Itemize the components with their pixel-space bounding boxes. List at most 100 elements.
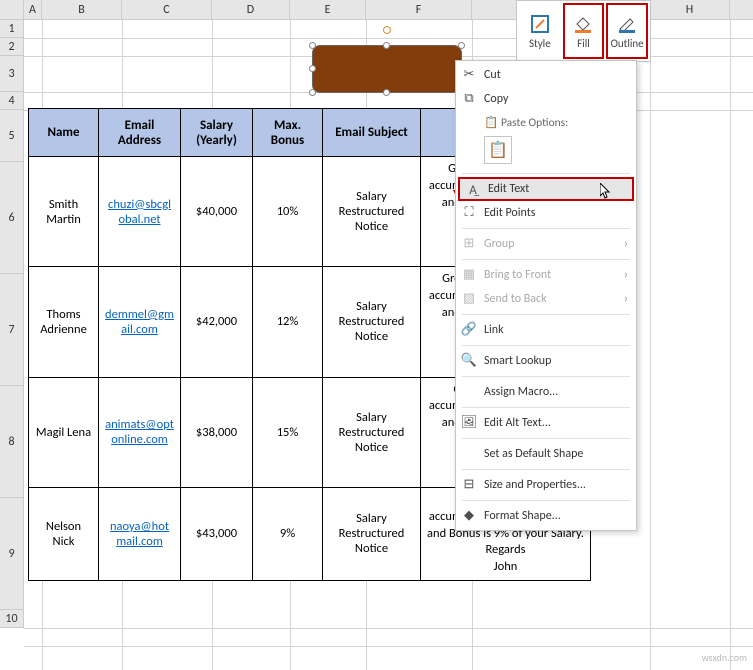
menu-label: Group (484, 237, 515, 251)
cell-email[interactable]: naoya@hotmail.com (99, 487, 181, 580)
cell-name[interactable]: Magil Lena (29, 377, 99, 487)
menu-cut[interactable]: ✂ Cut (456, 63, 636, 87)
watermark: wsxdn.com (702, 651, 747, 664)
menu-label: Cut (484, 68, 501, 82)
cell-subject[interactable]: Salary Restructured Notice (323, 157, 421, 267)
th-salary[interactable]: Salary (Yearly) (181, 109, 253, 157)
fill-label: Fill (577, 37, 590, 50)
menu-edit-text[interactable]: A̲ Edit Text (458, 177, 634, 201)
menu-label: Format Shape... (484, 509, 561, 523)
email-link[interactable]: naoya@hotmail.com (110, 519, 169, 549)
resize-handle[interactable] (458, 42, 465, 49)
menu-format-shape[interactable]: ◆ Format Shape... (456, 504, 636, 528)
cell-name[interactable]: Thoms Adrienne (29, 267, 99, 377)
edit-points-icon: ⛶ (461, 204, 477, 220)
menu-separator (462, 345, 630, 346)
menu-label: Assign Macro... (484, 385, 558, 399)
row-header-9[interactable]: 9 (0, 498, 23, 610)
menu-label: Link (484, 323, 504, 337)
th-bonus[interactable]: Max. Bonus (253, 109, 323, 157)
menu-label: Edit Points (484, 206, 535, 220)
col-header-h[interactable]: H (650, 0, 730, 19)
row-header-5[interactable]: 5 (0, 110, 23, 162)
row-header-6[interactable]: 6 (0, 162, 23, 274)
menu-bring-front: ▦ Bring to Front (456, 263, 636, 287)
row-header-7[interactable]: 7 (0, 274, 23, 386)
cell-name[interactable]: Smith Martin (29, 157, 99, 267)
th-subject[interactable]: Email Subject (323, 109, 421, 157)
row-header-10[interactable]: 10 (0, 610, 23, 628)
menu-edit-alt-text[interactable]: 🖼 Edit Alt Text... (456, 411, 636, 435)
col-header-e[interactable]: E (290, 0, 366, 19)
menu-copy[interactable]: ⧉ Copy (456, 87, 636, 111)
col-header-b[interactable]: B (42, 0, 122, 19)
row-header-1[interactable]: 1 (0, 20, 23, 38)
email-link[interactable]: animats@optonline.com (105, 417, 174, 447)
size-props-icon: ⊟ (461, 476, 477, 492)
select-all-corner[interactable] (0, 0, 24, 19)
cell-subject[interactable]: Salary Restructured Notice (323, 487, 421, 580)
format-shape-icon: ◆ (461, 507, 477, 523)
resize-handle[interactable] (309, 65, 316, 72)
menu-default-shape[interactable]: Set as Default Shape (456, 442, 636, 466)
col-header-a[interactable]: A (24, 0, 42, 19)
cell-bonus[interactable]: 12% (253, 267, 323, 377)
spreadsheet-grid: A B C D E F G H 1 2 3 4 5 6 7 8 9 10 (0, 0, 753, 668)
menu-separator (462, 259, 630, 260)
th-email[interactable]: Email Address (99, 109, 181, 157)
cell-bonus[interactable]: 15% (253, 377, 323, 487)
fill-button[interactable]: Fill (563, 3, 605, 59)
context-menu: ✂ Cut ⧉ Copy 📋 Paste Options: 📋 A̲ Edit … (455, 60, 637, 531)
mini-toolbar: Style Fill Outline (516, 0, 651, 62)
cell-email[interactable]: chuzi@sbcglobal.net (99, 157, 181, 267)
alt-text-icon: 🖼 (461, 414, 477, 430)
menu-edit-points[interactable]: ⛶ Edit Points (456, 201, 636, 225)
paste-option-button[interactable]: 📋 (484, 136, 512, 164)
resize-handle[interactable] (383, 89, 390, 96)
rotate-handle[interactable] (383, 26, 391, 34)
cell-bonus[interactable]: 9% (253, 487, 323, 580)
cell-email[interactable]: animats@optonline.com (99, 377, 181, 487)
row-header-4[interactable]: 4 (0, 92, 23, 110)
cell-bonus[interactable]: 10% (253, 157, 323, 267)
menu-separator (462, 314, 630, 315)
smart-lookup-icon: 🔍 (461, 352, 477, 368)
menu-link[interactable]: 🔗 Link (456, 318, 636, 342)
cell-salary[interactable]: $43,000 (181, 487, 253, 580)
cell-salary[interactable]: $42,000 (181, 267, 253, 377)
menu-label: Size and Properties... (484, 478, 586, 492)
menu-label: Edit Alt Text... (484, 416, 551, 430)
email-link[interactable]: demmel@gmail.com (105, 307, 174, 337)
menu-label: Send to Back (484, 292, 547, 306)
cell-subject[interactable]: Salary Restructured Notice (323, 267, 421, 377)
resize-handle[interactable] (309, 89, 316, 96)
cell-name[interactable]: Nelson Nick (29, 487, 99, 580)
cell-salary[interactable]: $38,000 (181, 377, 253, 487)
resize-handle[interactable] (309, 42, 316, 49)
style-button[interactable]: Style (519, 3, 561, 59)
email-link[interactable]: chuzi@sbcglobal.net (108, 197, 171, 227)
fill-icon (572, 13, 594, 35)
bring-front-icon: ▦ (461, 266, 477, 282)
col-header-c[interactable]: C (122, 0, 212, 19)
row-header-2[interactable]: 2 (0, 38, 23, 56)
menu-separator (462, 438, 630, 439)
row-header-8[interactable]: 8 (0, 386, 23, 498)
resize-handle[interactable] (383, 42, 390, 49)
cell-subject[interactable]: Salary Restructured Notice (323, 377, 421, 487)
outline-button[interactable]: Outline (606, 3, 648, 59)
cell-salary[interactable]: $40,000 (181, 157, 253, 267)
menu-label: Paste Options: (501, 116, 568, 130)
send-back-icon: ▧ (461, 290, 477, 306)
cell-email[interactable]: demmel@gmail.com (99, 267, 181, 377)
th-name[interactable]: Name (29, 109, 99, 157)
row-header-3[interactable]: 3 (0, 56, 23, 92)
menu-assign-macro[interactable]: Assign Macro... (456, 380, 636, 404)
selected-shape[interactable] (312, 45, 462, 93)
col-header-f[interactable]: F (366, 0, 472, 19)
menu-smart-lookup[interactable]: 🔍 Smart Lookup (456, 349, 636, 373)
menu-size-properties[interactable]: ⊟ Size and Properties... (456, 473, 636, 497)
menu-separator (462, 500, 630, 501)
col-header-d[interactable]: D (212, 0, 290, 19)
menu-separator (462, 407, 630, 408)
